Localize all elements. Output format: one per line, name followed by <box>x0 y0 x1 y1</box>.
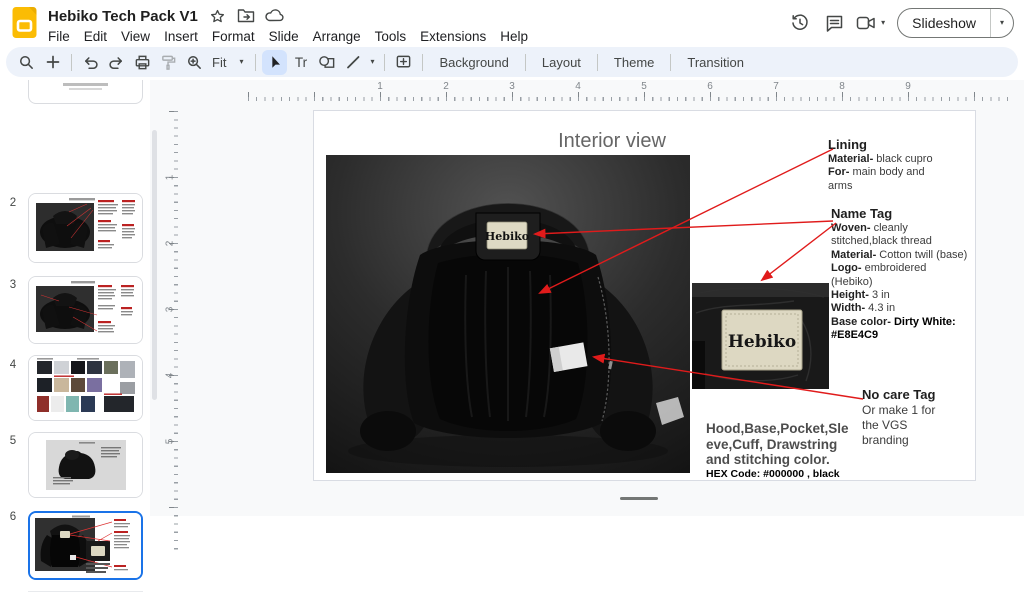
theme-button[interactable]: Theme <box>604 55 664 70</box>
lining-heading: Lining <box>828 137 933 153</box>
document-title[interactable]: Hebiko Tech Pack V1 <box>48 8 198 25</box>
video-camera-icon <box>853 8 879 38</box>
thumbnail-slide-5[interactable] <box>28 432 143 498</box>
layout-button[interactable]: Layout <box>532 55 591 70</box>
transition-button[interactable]: Transition <box>677 55 754 70</box>
ruler-mark: 2 <box>165 235 176 253</box>
horizontal-ruler: 1 2 3 4 5 6 7 8 9 <box>180 82 1024 104</box>
ruler-mark: 8 <box>839 81 845 92</box>
toolbar-divider <box>71 54 72 71</box>
slide-number: 4 <box>4 359 22 371</box>
ruler-mark: 7 <box>773 81 779 92</box>
filmstrip-scrollbar[interactable] <box>152 130 157 400</box>
select-tool-button[interactable] <box>262 50 287 75</box>
toolbar-divider <box>597 54 598 71</box>
toolbar-divider <box>255 54 256 71</box>
slide-filmstrip: 2 3 4 <box>0 80 150 516</box>
menu-arrange[interactable]: Arrange <box>306 28 368 45</box>
slide-canvas[interactable]: Interior view Hebiko <box>314 111 975 480</box>
toolbar-divider <box>670 54 671 71</box>
zoom-value: Fit <box>212 55 226 70</box>
paint-format-button[interactable] <box>156 50 181 75</box>
zoom-icon[interactable] <box>182 50 207 75</box>
slide-title-text[interactable]: Interior view <box>452 130 772 153</box>
zoom-caret-icon: ▾ <box>239 58 243 66</box>
line-tool-button[interactable] <box>340 50 365 75</box>
ruler-mark: 1 <box>377 81 383 92</box>
name-tag-closeup-image[interactable]: Hebiko <box>692 283 829 389</box>
search-menus-icon[interactable] <box>14 50 39 75</box>
line-tool-caret-icon[interactable]: ▾ <box>366 58 378 66</box>
zoom-select[interactable]: Fit ▾ <box>208 55 249 70</box>
slide-number: 2 <box>4 197 22 209</box>
menu-insert[interactable]: Insert <box>157 28 205 45</box>
meet-caret-icon[interactable]: ▾ <box>881 19 885 27</box>
lining-annotation[interactable]: Lining Material- black cupro For- main b… <box>828 137 933 193</box>
slide-number: 3 <box>4 279 22 291</box>
redo-button[interactable] <box>104 50 129 75</box>
menu-format[interactable]: Format <box>205 28 262 45</box>
menu-edit[interactable]: Edit <box>77 28 114 45</box>
hex-code-text: HEX Code: #000000 , black <box>706 468 849 481</box>
name-tag-heading: Name Tag <box>831 206 967 222</box>
arrow-closeup[interactable] <box>762 223 836 280</box>
menu-tools[interactable]: Tools <box>368 28 414 45</box>
toolbar-divider <box>384 54 385 71</box>
ruler-mark: 9 <box>905 81 911 92</box>
ruler-mark: 2 <box>443 81 449 92</box>
menu-view[interactable]: View <box>114 28 157 45</box>
star-icon[interactable] <box>209 8 226 25</box>
comments-icon[interactable] <box>819 8 849 38</box>
vertical-ruler: 1 2 3 4 5 <box>162 80 180 516</box>
cloud-saved-icon[interactable] <box>265 8 282 25</box>
print-button[interactable] <box>130 50 155 75</box>
version-history-icon[interactable] <box>785 8 815 38</box>
ruler-mark: 4 <box>165 367 176 385</box>
no-care-tag-annotation[interactable]: No care Tag Or make 1 for the VGS brandi… <box>862 387 935 448</box>
thumbnail-slide-3[interactable] <box>28 276 143 344</box>
ruler-mark: 4 <box>575 81 581 92</box>
slide-number: 5 <box>4 435 22 447</box>
ruler-mark: 1 <box>165 169 176 187</box>
menubar: File Edit View Insert Format Slide Arran… <box>48 28 775 45</box>
slides-logo[interactable] <box>11 6 38 40</box>
thumbnail-slide-6-selected[interactable] <box>28 511 143 580</box>
closeup-tag-label: Hebiko <box>728 332 796 352</box>
new-slide-button[interactable] <box>40 50 65 75</box>
slideshow-caret-icon[interactable]: ▾ <box>991 9 1013 37</box>
toolbar-divider <box>422 54 423 71</box>
name-tag-annotation[interactable]: Name Tag Woven- cleanly stitched,black t… <box>831 206 967 343</box>
text-box-tool-button[interactable]: Tr <box>288 50 313 75</box>
no-care-heading: No care Tag <box>862 387 935 403</box>
slide-number: 6 <box>4 511 22 523</box>
thumbnail-slide-4[interactable] <box>28 355 143 421</box>
jacket-interior-image[interactable]: Hebiko <box>326 155 690 473</box>
speaker-notes-resize-handle[interactable] <box>620 497 658 500</box>
menu-help[interactable]: Help <box>493 28 535 45</box>
ruler-mark: 5 <box>641 81 647 92</box>
ruler-mark: 3 <box>509 81 515 92</box>
toolbar-divider <box>525 54 526 71</box>
move-folder-icon[interactable] <box>237 8 254 25</box>
titlebar: Hebiko Tech Pack V1 File Edit View Inser… <box>0 0 1024 46</box>
ruler-mark: 5 <box>165 433 176 451</box>
ruler-ticks <box>248 92 1010 101</box>
ruler-mark: 6 <box>707 81 713 92</box>
menu-file[interactable]: File <box>48 28 77 45</box>
menu-slide[interactable]: Slide <box>262 28 306 45</box>
color-note-annotation[interactable]: Hood,Base,Pocket,Sle eve,Cuff, Drawstrin… <box>706 421 849 481</box>
thumbnail-slide-2[interactable] <box>28 193 143 263</box>
shape-tool-button[interactable] <box>314 50 339 75</box>
background-button[interactable]: Background <box>429 55 518 70</box>
undo-button[interactable] <box>78 50 103 75</box>
toolbar: Fit ▾ Tr ▾ Background Layout Theme Trans… <box>6 47 1018 77</box>
thumbnail-slide-1[interactable] <box>28 80 143 104</box>
menu-extensions[interactable]: Extensions <box>413 28 493 45</box>
slideshow-button[interactable]: Slideshow <box>898 9 991 37</box>
name-tag-label: Hebiko <box>485 230 529 243</box>
slideshow-split-button: Slideshow ▾ <box>897 8 1014 38</box>
insert-comment-icon[interactable] <box>391 50 416 75</box>
meet-button[interactable]: ▾ <box>853 8 885 38</box>
ruler-mark: 3 <box>165 301 176 319</box>
